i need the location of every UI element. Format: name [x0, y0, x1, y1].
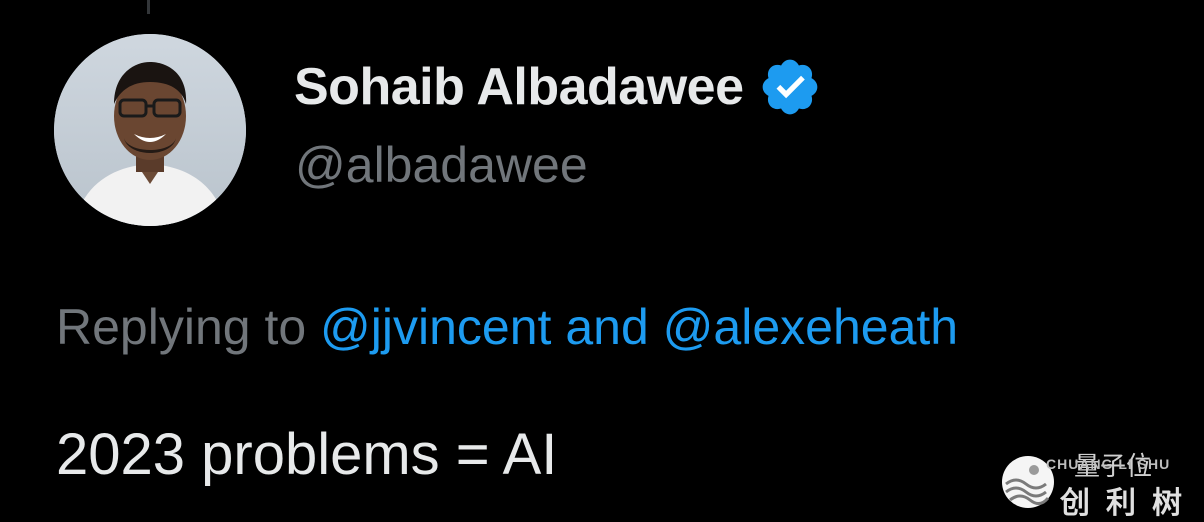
avatar[interactable]: [54, 34, 246, 226]
replying-to-prefix: Replying to: [56, 299, 321, 355]
mention-joiner[interactable]: and: [551, 299, 662, 355]
author-handle[interactable]: @albadawee: [295, 136, 588, 194]
mention-link-jjvincent[interactable]: @jjvincent: [320, 299, 551, 355]
thread-connector-line: [147, 0, 150, 14]
watermark-chinese-text: 创利树: [1060, 487, 1198, 520]
author-name-row: Sohaib Albadawee: [294, 52, 822, 122]
verified-badge-icon: [758, 55, 822, 119]
replying-to-line: Replying to @jjvincent and @alexeheath: [56, 298, 958, 356]
watermark: 量子位 CHUANG LI SHU 创利树: [998, 444, 1198, 520]
profile-photo-icon: [54, 34, 246, 226]
mention-link-alexeheath[interactable]: @alexeheath: [663, 299, 958, 355]
author-display-name[interactable]: Sohaib Albadawee: [294, 57, 744, 117]
watermark-latin-text: CHUANG LI SHU: [1046, 456, 1171, 472]
tweet-text: 2023 problems = AI: [56, 422, 558, 487]
